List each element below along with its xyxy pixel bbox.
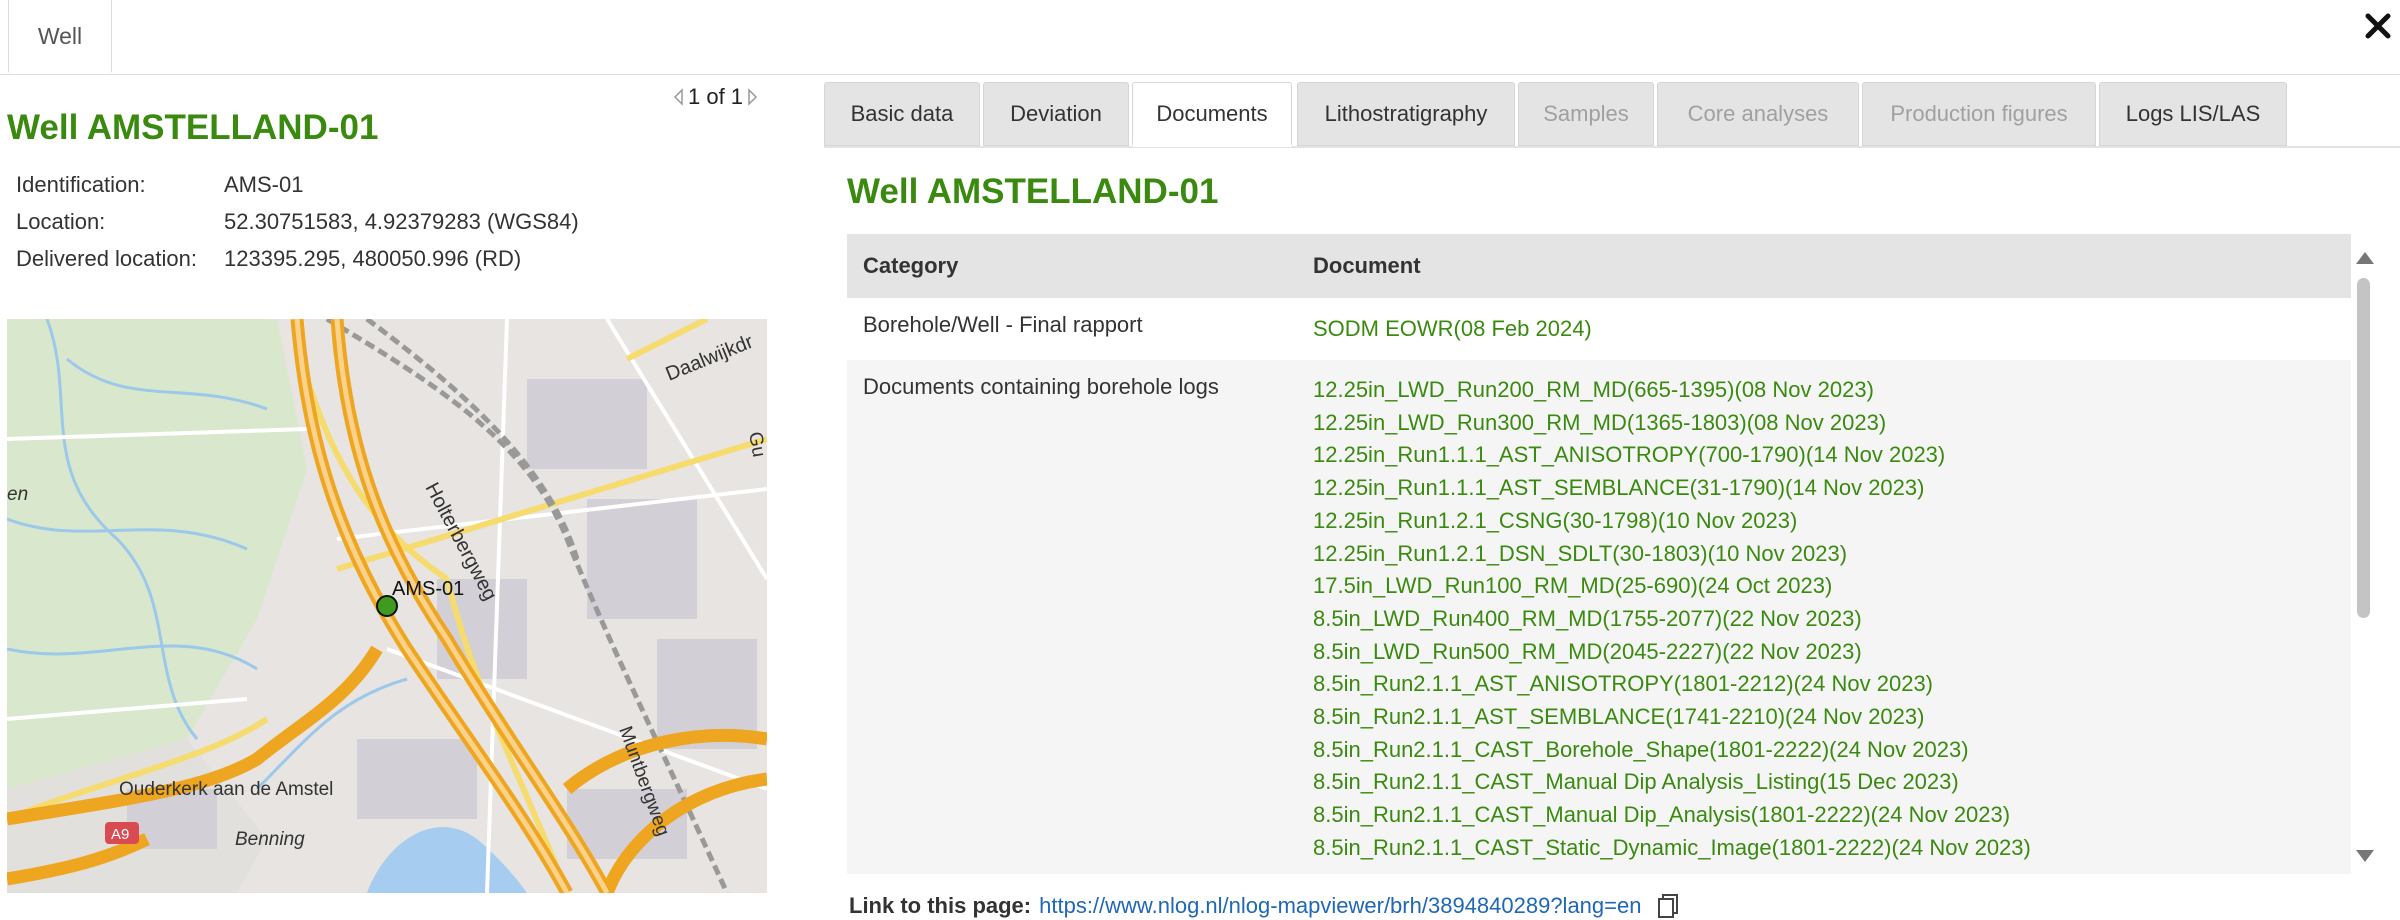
table-row: Documents containing borehole logs 12.25… [847,360,2351,874]
documents-cell: 12.25in_LWD_Run200_RM_MD(665-1395)(08 No… [1297,360,2351,874]
close-icon[interactable] [2360,8,2396,44]
info-label: Location: [16,209,106,234]
road-shield-label: A9 [111,826,129,843]
tab-deviation[interactable]: Deviation [983,82,1129,146]
scroll-up-icon[interactable] [2356,252,2374,264]
detail-tabs: Basic data Deviation Documents Lithostra… [824,82,2400,148]
permalink-url[interactable]: https://www.nlog.nl/nlog-mapviewer/brh/3… [1039,893,1641,919]
info-label: Identification: [16,172,146,197]
header-document: Document [1297,234,2351,298]
info-row-delivered-location: Delivered location: 123395.295, 480050.9… [16,246,579,283]
tab-basic-data[interactable]: Basic data [824,82,980,146]
pager-next-icon[interactable] [747,88,759,106]
document-link[interactable]: 8.5in_Run2.1.1_CAST_Static_Dynamic_Image… [1313,832,2335,865]
permalink-label: Link to this page: [849,893,1032,918]
info-row-location: Location: 52.30751583, 4.92379283 (WGS84… [16,209,579,246]
document-link[interactable]: 12.25in_Run1.2.1_DSN_SDLT(30-1803)(10 No… [1313,538,2335,571]
documents-title: Well AMSTELLAND-01 [847,172,1219,211]
tab-well[interactable]: Well [8,0,112,74]
tab-logs-lis-las[interactable]: Logs LIS/LAS [2099,82,2287,146]
info-value: 123395.295, 480050.996 (RD) [224,246,522,271]
map-label: en [7,484,28,505]
document-link[interactable]: 8.5in_LWD_Run500_RM_MD(2045-2227)(22 Nov… [1313,636,2335,669]
document-link[interactable]: 12.25in_Run1.1.1_AST_SEMBLANCE(31-1790)(… [1313,472,2335,505]
documents-cell: SODM EOWR(08 Feb 2024) [1297,298,2351,360]
document-link[interactable]: 8.5in_Run2.1.1_AST_SEMBLANCE(1741-2210)(… [1313,701,2335,734]
scroll-down-icon[interactable] [2356,850,2374,862]
tab-documents[interactable]: Documents [1132,82,1292,147]
document-link[interactable]: 12.25in_Run1.2.1_CSNG(30-1798)(10 Nov 20… [1313,505,2335,538]
info-value: 52.30751583, 4.92379283 (WGS84) [224,209,579,234]
top-tab-bar: Well [0,0,2400,75]
documents-table-wrap: Category Document Borehole/Well - Final … [847,234,2351,874]
map-label: Ouderkerk aan de Amstel [119,779,333,800]
document-link[interactable]: 8.5in_Run2.1.1_CAST_Manual Dip_Analysis(… [1313,799,2335,832]
info-row-identification: Identification: AMS-01 [16,172,579,209]
document-link[interactable]: 8.5in_Run2.1.1_CAST_Borehole_Shape(1801-… [1313,734,2335,767]
table-row: Borehole/Well - Final rapport SODM EOWR(… [847,298,2351,360]
location-map[interactable]: Holterbergweg Daalwijkdr Ouderkerk aan d… [7,319,767,893]
document-link[interactable]: 12.25in_Run1.1.1_AST_ANISOTROPY(700-1790… [1313,439,2335,472]
tab-production-figures: Production figures [1862,82,2096,146]
tab-lithostratigraphy[interactable]: Lithostratigraphy [1297,82,1515,146]
header-category: Category [847,234,1297,298]
category-cell: Borehole/Well - Final rapport [847,298,1297,360]
table-header-row: Category Document [847,234,2351,298]
map-label: Benning [235,829,305,850]
tab-core-analyses: Core analyses [1657,82,1859,146]
map-canvas: Holterbergweg Daalwijkdr Ouderkerk aan d… [7,319,767,893]
pager-text: 1 of 1 [688,84,744,109]
permalink: Link to this page: https://www.nlog.nl/n… [849,892,1683,920]
info-value: AMS-01 [224,172,304,197]
scroll-thumb[interactable] [2357,278,2370,618]
document-link[interactable]: 17.5in_LWD_Run100_RM_MD(25-690)(24 Oct 2… [1313,570,2335,603]
well-title: Well AMSTELLAND-01 [7,108,379,147]
well-info: Identification: AMS-01 Location: 52.3075… [16,172,579,283]
document-link[interactable]: SODM EOWR(08 Feb 2024) [1313,312,2335,346]
pager-prev-icon[interactable] [672,88,684,106]
document-link[interactable]: 12.25in_LWD_Run300_RM_MD(1365-1803)(08 N… [1313,407,2335,440]
document-link[interactable]: 8.5in_Run2.1.1_AST_ANISOTROPY(1801-2212)… [1313,668,2335,701]
well-marker-label: AMS-01 [392,578,464,600]
document-link[interactable]: 8.5in_Run2.1.1_CAST_Manual Dip Analysis_… [1313,766,2335,799]
copy-icon[interactable] [1655,892,1683,920]
table-scrollbar[interactable] [2352,248,2376,868]
tab-samples: Samples [1518,82,1654,146]
info-label: Delivered location: [16,246,197,271]
document-link[interactable]: 12.25in_LWD_Run200_RM_MD(665-1395)(08 No… [1313,374,2335,407]
category-cell: Documents containing borehole logs [847,360,1297,874]
pager: 1 of 1 [672,84,759,110]
document-link[interactable]: 8.5in_LWD_Run400_RM_MD(1755-2077)(22 Nov… [1313,603,2335,636]
documents-table: Category Document Borehole/Well - Final … [847,234,2351,874]
